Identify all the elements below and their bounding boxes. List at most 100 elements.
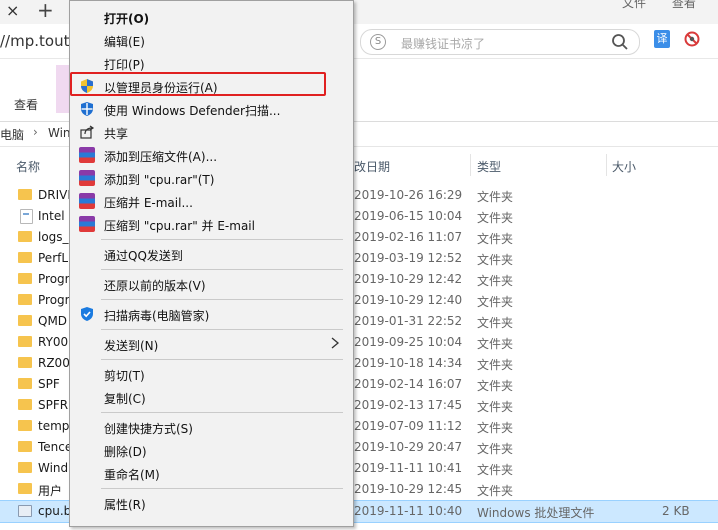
menu-separator bbox=[101, 299, 343, 300]
file-date: 2019-10-29 20:47 bbox=[354, 440, 463, 454]
menu-item-label: 删除(D) bbox=[104, 445, 147, 459]
menu-item-send-via-qq[interactable]: 通过QQ发送到 bbox=[70, 243, 353, 265]
folder-icon bbox=[18, 420, 32, 431]
file-date: 2019-02-13 17:45 bbox=[354, 398, 463, 412]
pc-manager-icon bbox=[81, 307, 93, 321]
breadcrumb-separator-icon[interactable]: › bbox=[33, 125, 38, 139]
file-type: 文件夹 bbox=[477, 358, 514, 372]
column-header-size[interactable]: 大小 bbox=[612, 158, 636, 175]
menu-view[interactable]: 查看 bbox=[672, 0, 696, 10]
folder-icon bbox=[18, 252, 32, 263]
menu-item-add-to-archive[interactable]: 添加到压缩文件(A)... bbox=[70, 144, 353, 166]
chevron-right-icon bbox=[331, 337, 340, 349]
menu-item-compress-email[interactable]: 压缩并 E-mail... bbox=[70, 190, 353, 212]
menu-item-add-to-cpu-rar[interactable]: 添加到 "cpu.rar"(T) bbox=[70, 167, 353, 189]
menu-item-properties[interactable]: 属性(R) bbox=[70, 492, 353, 514]
file-name: Progr bbox=[38, 293, 70, 307]
file-type: 文件夹 bbox=[477, 316, 514, 330]
menu-separator bbox=[101, 239, 343, 240]
file-date: 2019-02-14 16:07 bbox=[354, 377, 463, 391]
menu-item-send-to[interactable]: 发送到(N) bbox=[70, 333, 353, 355]
menu-separator bbox=[101, 412, 343, 413]
search-box[interactable]: S 最赚钱证书凉了 bbox=[360, 29, 640, 55]
menu-separator bbox=[101, 329, 343, 330]
file-type: Windows 批处理文件 bbox=[477, 506, 595, 520]
menu-item-share[interactable]: 共享 bbox=[70, 121, 353, 143]
folder-icon bbox=[18, 441, 32, 452]
defender-icon bbox=[81, 102, 93, 116]
search-input[interactable]: 最赚钱证书凉了 bbox=[401, 35, 485, 52]
folder-icon bbox=[18, 357, 32, 368]
menu-item-label: 还原以前的版本(V) bbox=[104, 279, 206, 293]
file-date: 2019-03-19 12:52 bbox=[354, 251, 463, 265]
menu-item-copy[interactable]: 复制(C) bbox=[70, 386, 353, 408]
menu-item-label: 共享 bbox=[104, 127, 129, 141]
menu-item-cut[interactable]: 剪切(T) bbox=[70, 363, 353, 385]
menu-item-open[interactable]: 打开(O) bbox=[70, 6, 353, 28]
file-size: 2 KB bbox=[662, 504, 690, 518]
folder-icon bbox=[18, 462, 32, 473]
menu-file[interactable]: 文件 bbox=[622, 0, 646, 10]
menu-item-compress-cpu-email[interactable]: 压缩到 "cpu.rar" 并 E-mail bbox=[70, 213, 353, 235]
highlight-box bbox=[70, 72, 326, 96]
new-tab-icon[interactable]: + bbox=[37, 0, 55, 21]
file-date: 2019-10-29 12:40 bbox=[354, 293, 463, 307]
file-type: 文件夹 bbox=[477, 400, 514, 414]
file-name: logs_ bbox=[38, 230, 69, 244]
file-name: SPFR bbox=[38, 398, 69, 412]
column-header-name[interactable]: 名称 bbox=[16, 158, 40, 175]
file-date: 2019-10-18 14:34 bbox=[354, 356, 463, 370]
tab-view[interactable]: 查看 bbox=[14, 96, 38, 113]
file-date: 2019-02-16 11:07 bbox=[354, 230, 463, 244]
file-name: DRIVI bbox=[38, 188, 71, 202]
file-name: RZ00 bbox=[38, 356, 70, 370]
menu-item-defender-scan[interactable]: 使用 Windows Defender扫描... bbox=[70, 98, 353, 120]
column-divider[interactable] bbox=[470, 154, 471, 176]
folder-icon bbox=[18, 399, 32, 410]
translate-icon[interactable]: 译 bbox=[654, 30, 670, 48]
close-tab-icon[interactable]: × bbox=[6, 1, 24, 21]
menu-item-label: 添加到压缩文件(A)... bbox=[104, 150, 218, 164]
file-type: 文件夹 bbox=[477, 295, 514, 309]
file-date: 2019-10-29 12:45 bbox=[354, 482, 463, 496]
menu-item-label: 剪切(T) bbox=[104, 369, 145, 383]
search-icon[interactable] bbox=[611, 33, 629, 51]
menu-item-label: 添加到 "cpu.rar"(T) bbox=[104, 173, 215, 187]
breadcrumb-item-pc[interactable]: 电脑 bbox=[0, 126, 24, 143]
column-header-date[interactable]: 改日期 bbox=[354, 158, 390, 175]
file-name: SPF bbox=[38, 377, 60, 391]
folder-icon bbox=[18, 336, 32, 347]
winrar-icon bbox=[79, 216, 95, 232]
menu-item-edit[interactable]: 编辑(E) bbox=[70, 29, 353, 51]
menu-item-label: 发送到(N) bbox=[104, 339, 159, 353]
column-header-type[interactable]: 类型 bbox=[477, 158, 501, 175]
menu-item-label: 复制(C) bbox=[104, 392, 146, 406]
file-type: 文件夹 bbox=[477, 421, 514, 435]
file-name: QMD bbox=[38, 314, 68, 328]
search-engine-icon[interactable]: S bbox=[370, 34, 386, 50]
column-divider[interactable] bbox=[606, 154, 607, 176]
menu-item-scan-virus[interactable]: 扫描病毒(电脑管家) bbox=[70, 303, 353, 325]
folder-icon bbox=[18, 294, 32, 305]
menu-item-create-shortcut[interactable]: 创建快捷方式(S) bbox=[70, 416, 353, 438]
breadcrumb-item-windows[interactable]: Win bbox=[48, 126, 71, 140]
file-type: 文件夹 bbox=[477, 253, 514, 267]
menu-item-label: 通过QQ发送到 bbox=[104, 249, 183, 263]
file-name: Intel bbox=[38, 209, 65, 223]
file-type: 文件夹 bbox=[477, 379, 514, 393]
block-icon[interactable] bbox=[684, 31, 700, 47]
file-name: PerfL bbox=[38, 251, 69, 265]
file-date: 2019-11-11 10:41 bbox=[354, 461, 463, 475]
file-name: cpu.b bbox=[38, 504, 72, 518]
folder-icon bbox=[18, 273, 32, 284]
menu-item-print[interactable]: 打印(P) bbox=[70, 52, 353, 74]
menu-item-rename[interactable]: 重命名(M) bbox=[70, 462, 353, 484]
document-icon bbox=[20, 209, 33, 224]
menu-item-delete[interactable]: 删除(D) bbox=[70, 439, 353, 461]
menu-item-restore-previous[interactable]: 还原以前的版本(V) bbox=[70, 273, 353, 295]
file-type: 文件夹 bbox=[477, 211, 514, 225]
folder-icon bbox=[18, 189, 32, 200]
share-icon bbox=[80, 125, 95, 139]
menu-item-label: 压缩并 E-mail... bbox=[104, 196, 193, 210]
address-bar-url[interactable]: //mp.touti bbox=[0, 32, 74, 50]
